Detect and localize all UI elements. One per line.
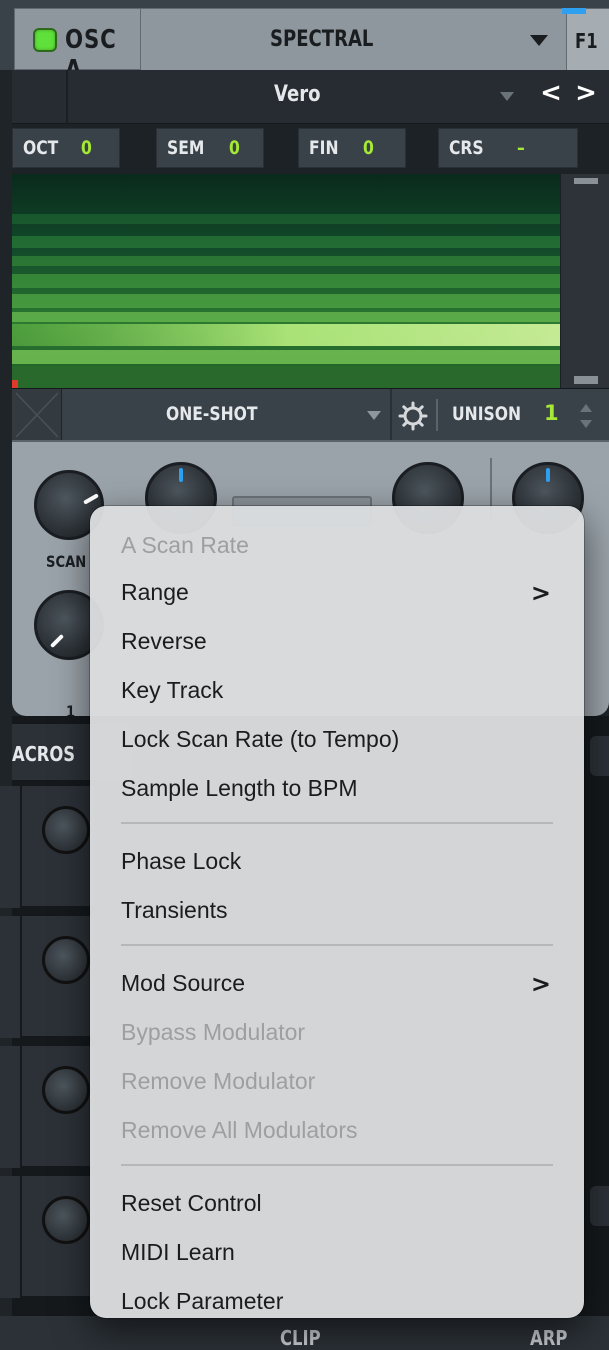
macro-knob[interactable] bbox=[42, 806, 90, 854]
octave-label: OCT bbox=[23, 137, 59, 159]
unison-separator bbox=[436, 399, 438, 431]
side-tab[interactable] bbox=[590, 1186, 609, 1226]
osc-enabled-led-icon[interactable] bbox=[33, 28, 57, 52]
preset-prev-button[interactable]: < bbox=[536, 78, 566, 114]
warp-mode-bar: ONE-SHOT UNISON 1 bbox=[12, 388, 609, 441]
macro-knob[interactable] bbox=[42, 1066, 90, 1114]
menu-item-reverse[interactable]: Reverse bbox=[90, 620, 584, 664]
wavetable-type-label: SPECTRAL bbox=[270, 27, 374, 52]
osc-toggle-button[interactable]: OSC A bbox=[14, 8, 141, 85]
macro-knob[interactable] bbox=[42, 936, 90, 984]
gear-icon[interactable] bbox=[398, 401, 428, 431]
warp-mode-arrow-icon[interactable] bbox=[367, 411, 381, 420]
arp-tab[interactable]: ARP bbox=[530, 1326, 567, 1350]
menu-title: A Scan Rate bbox=[121, 532, 249, 558]
coarse-label: CRS bbox=[449, 137, 484, 159]
menu-item-phase-lock[interactable]: Phase Lock bbox=[90, 840, 584, 884]
fine-control[interactable]: FIN 0 bbox=[298, 128, 406, 168]
chevron-right-icon: > bbox=[530, 579, 551, 607]
preset-dropdown-arrow-icon[interactable] bbox=[500, 92, 514, 101]
coarse-control[interactable]: CRS – bbox=[438, 128, 578, 168]
preset-next-button[interactable]: > bbox=[571, 78, 601, 114]
menu-item-remove-all-modulators: Remove All Modulators bbox=[121, 1117, 358, 1143]
warp-mode-dropdown[interactable]: ONE-SHOT bbox=[72, 403, 372, 425]
semitone-label: SEM bbox=[167, 137, 205, 159]
unison-stepper-icon[interactable] bbox=[578, 401, 594, 431]
menu-item-bypass-modulator: Bypass Modulator bbox=[121, 1019, 306, 1045]
knob-indicator bbox=[179, 468, 183, 482]
filter-route-label: F1 bbox=[575, 29, 598, 53]
macro-slot[interactable] bbox=[0, 916, 20, 1038]
octave-value: 0 bbox=[81, 137, 92, 159]
knob-indicator bbox=[49, 633, 65, 649]
wavetable-preset-name[interactable]: Vero bbox=[162, 82, 442, 107]
tuning-row: OCT 0 SEM 0 FIN 0 CRS – bbox=[12, 124, 609, 174]
preset-divider bbox=[66, 70, 68, 124]
menu-item-remove-modulator: Remove Modulator bbox=[121, 1068, 316, 1094]
spectrogram-scrollbar[interactable] bbox=[560, 174, 609, 388]
menu-item-lock-scan-rate[interactable]: Lock Scan Rate (to Tempo) bbox=[90, 718, 584, 762]
spectrogram-graphic bbox=[12, 174, 560, 388]
chevron-right-icon: > bbox=[530, 970, 551, 998]
side-tab[interactable] bbox=[590, 736, 609, 776]
menu-item-midi-learn[interactable]: MIDI Learn bbox=[90, 1231, 584, 1275]
macro-slot[interactable] bbox=[0, 1176, 20, 1298]
unison-value[interactable]: 1 bbox=[544, 401, 559, 425]
menu-separator bbox=[121, 822, 553, 824]
scroll-top-handle[interactable] bbox=[574, 178, 598, 184]
menu-item-transients[interactable]: Transients bbox=[90, 889, 584, 933]
menu-item-reset-control[interactable]: Reset Control bbox=[90, 1182, 584, 1226]
knob-indicator bbox=[546, 468, 550, 482]
mode-x-icon[interactable] bbox=[12, 389, 62, 441]
filter-route-button[interactable]: F1 bbox=[566, 8, 609, 70]
macro-slot[interactable] bbox=[0, 1046, 20, 1168]
wavetable-type-dropdown[interactable]: SPECTRAL bbox=[141, 8, 566, 70]
unison-label: UNISON bbox=[452, 403, 521, 425]
scan-label: SCAN bbox=[46, 552, 87, 571]
knob-indicator bbox=[83, 493, 99, 505]
menu-item-mod-source[interactable]: Mod Source > bbox=[90, 962, 584, 1006]
menu-item-range[interactable]: Range > bbox=[90, 571, 584, 615]
context-menu: A Scan Rate Range > Reverse Key Track Lo… bbox=[90, 506, 584, 1318]
wavetable-spectrogram-display[interactable] bbox=[12, 174, 560, 388]
menu-separator bbox=[121, 1164, 553, 1166]
oscillator-header: OSC A SPECTRAL F1 bbox=[0, 0, 609, 85]
coarse-value: – bbox=[517, 137, 525, 159]
dropdown-arrow-icon bbox=[530, 35, 548, 46]
semitone-control[interactable]: SEM 0 bbox=[156, 128, 264, 168]
preset-bar: Vero < > bbox=[12, 70, 609, 124]
clip-tab[interactable]: CLIP bbox=[280, 1326, 321, 1350]
octave-control[interactable]: OCT 0 bbox=[12, 128, 120, 168]
menu-item-key-track[interactable]: Key Track bbox=[90, 669, 584, 713]
menu-separator bbox=[121, 944, 553, 946]
mode-separator bbox=[390, 389, 392, 441]
fine-value: 0 bbox=[363, 137, 374, 159]
menu-item-lock-parameter[interactable]: Lock Parameter bbox=[90, 1280, 584, 1324]
scroll-bottom-handle[interactable] bbox=[574, 376, 598, 384]
menu-item-sample-length-bpm[interactable]: Sample Length to BPM bbox=[90, 767, 584, 811]
fine-label: FIN bbox=[309, 137, 339, 159]
semitone-value: 0 bbox=[229, 137, 240, 159]
macro-slot[interactable] bbox=[0, 786, 20, 908]
macros-label: ACROS bbox=[12, 742, 76, 766]
macro-knob[interactable] bbox=[42, 1196, 90, 1244]
filter-accent-bar bbox=[562, 8, 586, 14]
